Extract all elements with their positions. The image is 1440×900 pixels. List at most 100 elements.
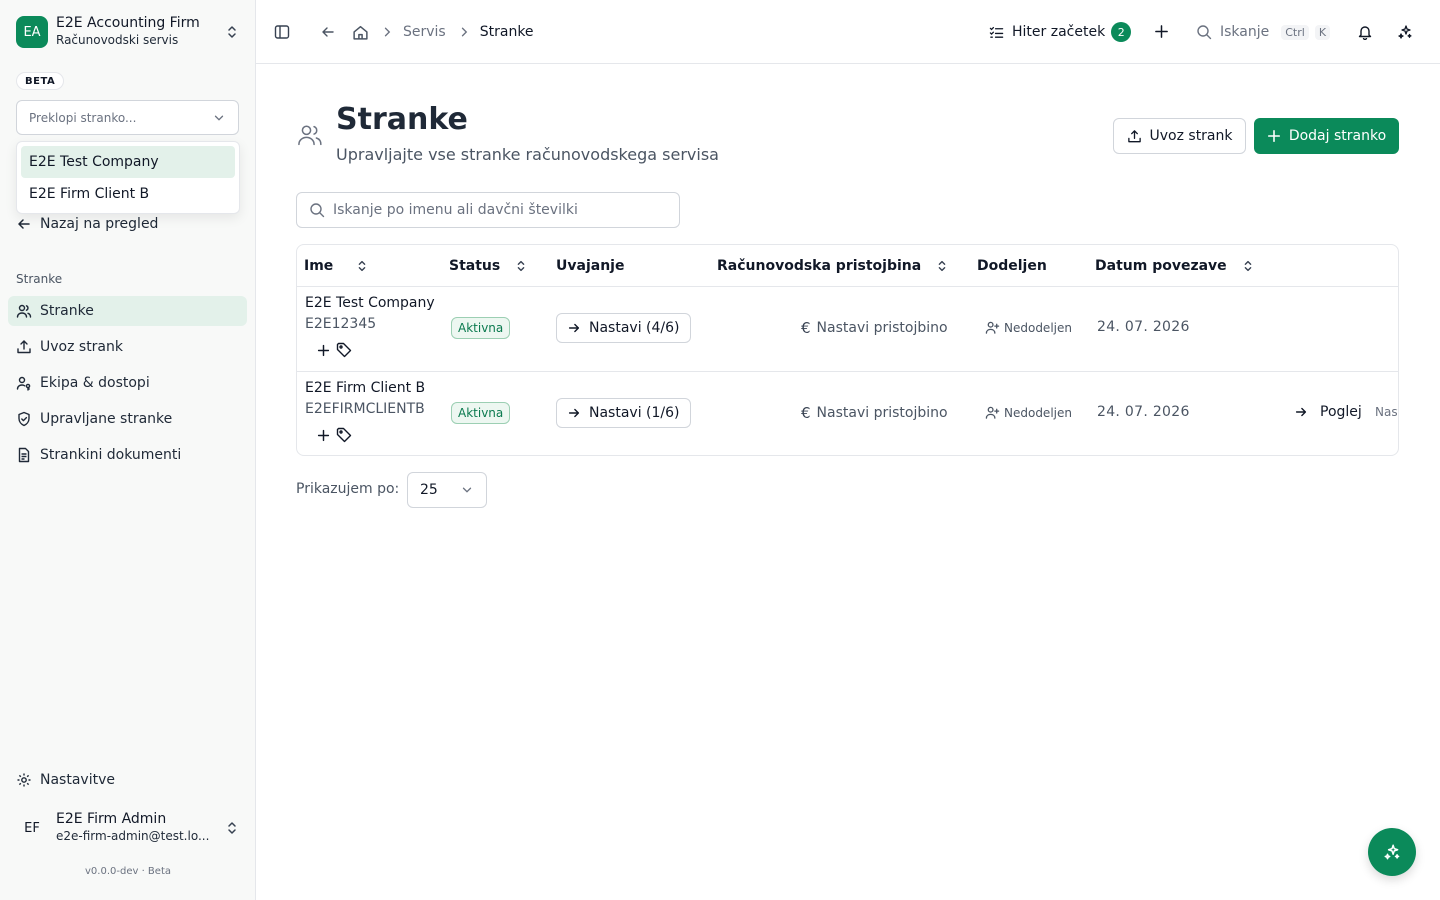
sidebar-item-client-documents[interactable]: Strankini dokumenti [8, 440, 247, 470]
assign-button[interactable]: Nedodeljen [985, 320, 1072, 335]
sidebar-item-import[interactable]: Uvoz strank [8, 332, 247, 362]
chevron-down-icon [462, 487, 472, 493]
column-header-onboarding: Uvajanje [556, 257, 625, 274]
plus-icon [1155, 25, 1168, 38]
search-icon [310, 203, 325, 218]
client-search-input[interactable] [333, 202, 667, 218]
row-divider [297, 371, 1398, 372]
set-fee-button[interactable]: € Nastavi pristojbino [801, 404, 948, 422]
client-option[interactable]: E2E Test Company [21, 146, 235, 178]
quick-start-button[interactable]: Hiter začetek 2 [989, 22, 1132, 42]
set-fee-button[interactable]: € Nastavi pristojbino [801, 319, 948, 337]
chevron-down-icon [214, 115, 224, 121]
per-page-value: 25 [420, 482, 438, 498]
quick-start-count-badge: 2 [1111, 22, 1132, 42]
org-name: E2E Accounting Firm [56, 15, 200, 31]
global-search-label: Iskanje [1220, 24, 1270, 40]
user-plus-icon [985, 321, 1000, 334]
sidebar-item-label: Uvoz strank [40, 339, 123, 355]
sidebar-item-managed-clients[interactable]: Upravljane stranke [8, 404, 247, 434]
sidebar-item-label: Ekipa & dostopi [40, 375, 150, 391]
chevron-right-icon [384, 27, 391, 37]
per-page-select[interactable]: 25 [407, 472, 487, 508]
euro-icon: € [801, 319, 811, 337]
client-name[interactable]: E2E Firm Client B [305, 380, 425, 396]
home-icon[interactable] [352, 24, 369, 41]
user-avatar: EF [24, 820, 40, 836]
sidebar-item-label: Strankini dokumenti [40, 447, 182, 463]
client-search-box [296, 192, 680, 228]
user-email: e2e-firm-admin@test.lo... [56, 829, 210, 843]
users-icon [298, 125, 322, 146]
back-link-label: Nazaj na pregled [40, 216, 159, 232]
upload-icon [1127, 129, 1141, 142]
add-client-button[interactable]: Dodaj stranko [1254, 118, 1399, 154]
client-option[interactable]: E2E Firm Client B [21, 178, 235, 210]
arrow-left-icon [18, 219, 30, 229]
assign-button[interactable]: Nedodeljen [985, 405, 1072, 420]
chevrons-up-down-icon [228, 26, 236, 38]
sparkles-icon [1384, 844, 1400, 860]
plus-icon [1267, 129, 1280, 143]
user-menu[interactable]: EF E2E Firm Admin e2e-firm-admin@test.lo… [16, 808, 240, 848]
onboarding-setup-button[interactable]: Nastavi (1/6) [556, 398, 691, 428]
sidebar-item-team[interactable]: Ekipa & dostopi [8, 368, 247, 398]
org-subtitle: Računovodski servis [56, 33, 179, 47]
toggle-sidebar-button[interactable] [274, 24, 290, 40]
user-plus-icon [985, 406, 1000, 419]
client-tax-id: E2EFIRMCLIENTB [305, 401, 425, 417]
document-icon [18, 447, 30, 463]
column-header-date[interactable]: Datum povezave [1095, 245, 1255, 286]
search-icon [1197, 25, 1212, 40]
view-client-button[interactable]: Poglej [1294, 404, 1362, 420]
ai-assistant-fab[interactable] [1368, 828, 1416, 876]
breadcrumb: Servis Stranke [352, 23, 534, 41]
column-header-status[interactable]: Status [449, 245, 528, 286]
ai-assistant-button[interactable] [1397, 24, 1413, 40]
checklist-icon [989, 26, 1004, 38]
column-header-fee[interactable]: Računovodska pristojbina [717, 245, 949, 286]
bell-icon [1358, 26, 1372, 40]
sidebar-item-clients[interactable]: Stranke [8, 296, 247, 326]
breadcrumb-current: Stranke [479, 24, 534, 40]
notifications-button[interactable] [1357, 24, 1373, 40]
breadcrumb-servis[interactable]: Servis [403, 24, 446, 40]
sort-icon [358, 260, 366, 271]
quick-start-label: Hiter začetek [1012, 24, 1106, 40]
add-tag-button[interactable] [317, 342, 352, 358]
org-switcher[interactable]: EA E2E Accounting Firm Računovodski serv… [16, 15, 240, 48]
users-icon [16, 304, 32, 318]
sparkles-icon [1398, 25, 1412, 39]
org-avatar: EA [16, 16, 48, 48]
arrow-right-icon [568, 323, 580, 333]
add-button[interactable] [1154, 24, 1169, 39]
user-name: E2E Firm Admin [56, 811, 167, 827]
upload-icon [17, 340, 31, 354]
kbd-ctrl: Ctrl [1281, 24, 1309, 40]
tag-icon [336, 427, 352, 443]
settings-label: Nastavitve [40, 772, 115, 788]
onboarding-setup-button[interactable]: Nastavi (4/6) [556, 313, 691, 343]
clipped-action-text[interactable]: Nast [1375, 405, 1398, 419]
client-switcher-select[interactable]: Preklopi stranko... [16, 100, 239, 135]
global-search-button[interactable]: Iskanje Ctrl K [1196, 22, 1331, 42]
kbd-k: K [1314, 24, 1331, 40]
sidebar: EA E2E Accounting Firm Računovodski serv… [0, 0, 256, 900]
tag-icon [336, 342, 352, 358]
back-button[interactable] [320, 24, 336, 40]
version-label: v0.0.0-dev · Beta [85, 866, 171, 877]
client-name[interactable]: E2E Test Company [305, 295, 435, 311]
client-switcher-placeholder: Preklopi stranko... [29, 110, 137, 125]
status-badge: Aktivna [451, 402, 511, 424]
sort-icon [1244, 260, 1251, 271]
plus-icon [317, 344, 330, 356]
shield-check-icon [18, 411, 30, 427]
import-clients-button[interactable]: Uvoz strank [1113, 118, 1246, 154]
back-to-overview-link[interactable]: Nazaj na pregled [16, 214, 158, 234]
settings-link[interactable]: Nastavitve [16, 770, 115, 790]
per-page-label: Prikazujem po: [296, 481, 400, 497]
chevrons-up-down-icon [228, 822, 236, 834]
add-tag-button[interactable] [317, 427, 352, 443]
column-header-name[interactable]: Ime [304, 245, 369, 286]
sort-icon [938, 260, 946, 271]
